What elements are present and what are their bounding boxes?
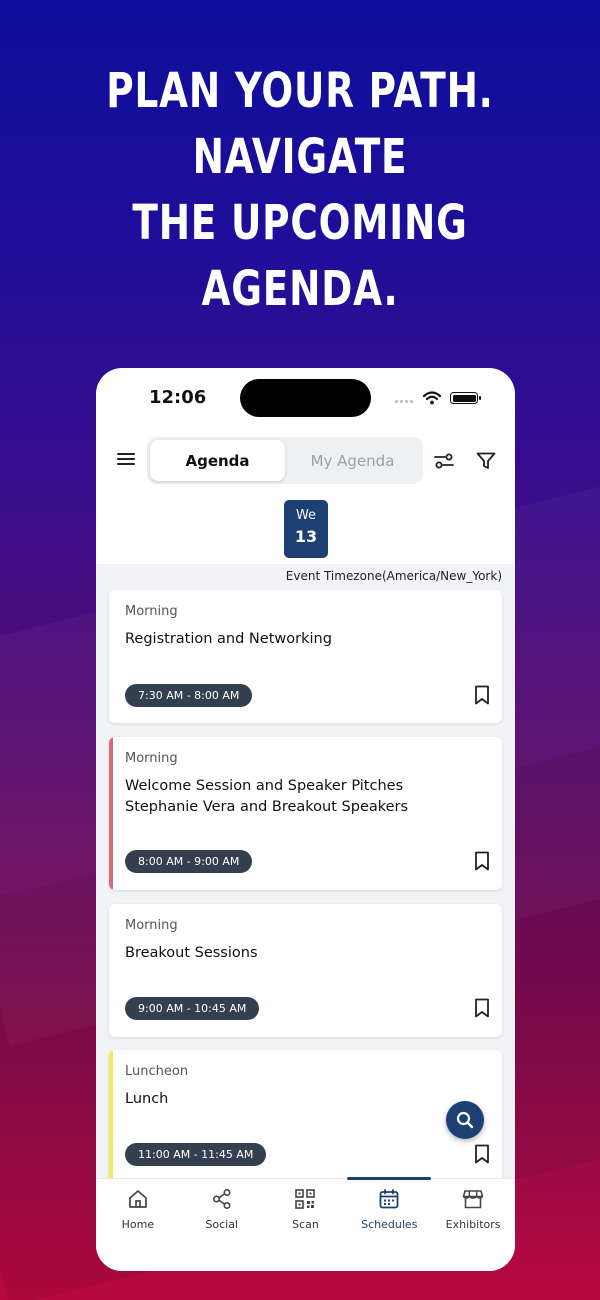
session-category: Morning <box>125 918 178 933</box>
session-title: Lunch <box>125 1091 169 1107</box>
nav-label: Exhibitors <box>445 1218 501 1231</box>
session-time: 9:00 AM - 10:45 AM <box>125 997 260 1020</box>
session-category: Morning <box>125 604 178 619</box>
nav-scan[interactable]: Scan <box>264 1179 348 1271</box>
search-icon <box>456 1111 474 1129</box>
nav-label: Schedules <box>361 1218 418 1231</box>
headline-line-1: PLAN YOUR PATH. NAVIGATE <box>106 63 494 185</box>
timezone-note: Event Timezone(America/New_York) <box>285 569 502 583</box>
bottom-nav: Home Social Scan Schedules Exhibitors <box>96 1177 515 1271</box>
status-time: 12:06 <box>149 387 207 408</box>
headline: PLAN YOUR PATH. NAVIGATE THE UPCOMING AG… <box>66 58 534 322</box>
bookmark-icon[interactable] <box>474 1144 490 1164</box>
signal-icon <box>395 400 413 403</box>
qr-code-icon <box>295 1189 316 1209</box>
agenda-list[interactable]: Event Timezone(America/New_York) Morning… <box>96 564 515 1178</box>
session-card[interactable]: Morning Welcome Session and Speaker Pitc… <box>109 737 502 890</box>
session-card[interactable]: Luncheon Lunch 11:00 AM - 11:45 AM <box>109 1050 502 1178</box>
session-title: Welcome Session and Speaker Pitches Step… <box>125 778 409 815</box>
tab-agenda[interactable]: Agenda <box>150 440 285 481</box>
session-time: 8:00 AM - 9:00 AM <box>125 850 253 873</box>
phone-screen: 12:06 Agenda My Agenda We 13 Event Timez… <box>96 368 515 1271</box>
session-accent-bar <box>109 737 113 890</box>
session-category: Luncheon <box>125 1064 189 1079</box>
tab-my-agenda[interactable]: My Agenda <box>285 440 420 481</box>
session-time: 7:30 AM - 8:00 AM <box>125 684 253 707</box>
headline-line-2: THE UPCOMING AGENDA. <box>132 195 468 317</box>
date-day-number: 13 <box>294 527 318 546</box>
dynamic-island <box>240 379 371 417</box>
nav-label: Scan <box>292 1218 319 1231</box>
home-icon <box>129 1190 147 1208</box>
nav-social[interactable]: Social <box>180 1179 264 1271</box>
session-category: Morning <box>125 751 178 766</box>
nav-label: Social <box>205 1218 238 1231</box>
nav-schedules[interactable]: Schedules <box>347 1177 431 1271</box>
bookmark-icon[interactable] <box>474 851 490 871</box>
session-accent-bar <box>109 1050 113 1178</box>
sliders-icon[interactable] <box>432 449 456 473</box>
session-title: Breakout Sessions <box>125 945 258 961</box>
bookmark-icon[interactable] <box>474 685 490 705</box>
calendar-icon <box>379 1189 399 1209</box>
nav-exhibitors[interactable]: Exhibitors <box>431 1179 515 1271</box>
battery-icon <box>450 392 481 404</box>
session-title: Registration and Networking <box>125 631 332 647</box>
wifi-icon <box>423 391 441 405</box>
share-icon <box>212 1188 231 1210</box>
date-chip[interactable]: We 13 <box>284 500 328 558</box>
agenda-toggle: Agenda My Agenda <box>147 437 423 484</box>
nav-label: Home <box>121 1218 155 1231</box>
store-icon <box>462 1190 484 1209</box>
menu-icon[interactable] <box>115 450 137 470</box>
filter-icon[interactable] <box>474 449 498 473</box>
search-button[interactable] <box>446 1101 484 1139</box>
session-time: 11:00 AM - 11:45 AM <box>125 1143 267 1166</box>
nav-home[interactable]: Home <box>96 1179 180 1271</box>
session-card[interactable]: Morning Registration and Networking 7:30… <box>109 590 502 723</box>
session-card[interactable]: Morning Breakout Sessions 9:00 AM - 10:4… <box>109 904 502 1037</box>
date-day-of-week: We <box>295 508 317 523</box>
bookmark-icon[interactable] <box>474 998 490 1018</box>
